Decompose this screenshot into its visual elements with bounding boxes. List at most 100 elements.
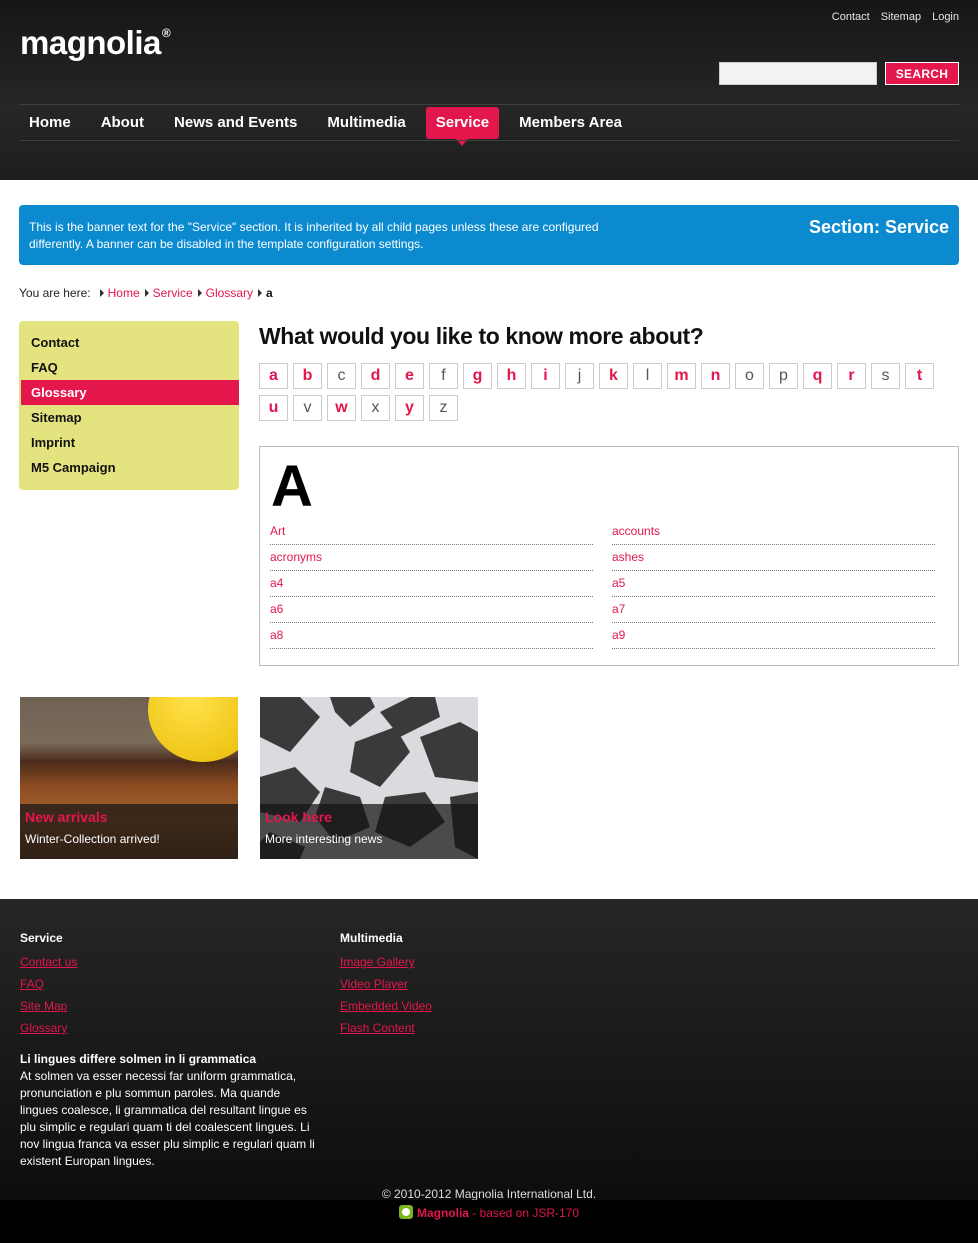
breadcrumb-link-service[interactable]: Service: [153, 286, 193, 300]
letter-n[interactable]: n: [701, 363, 730, 389]
letter-y[interactable]: y: [395, 395, 424, 421]
letter-h[interactable]: h: [497, 363, 526, 389]
breadcrumb-label: You are here:: [19, 286, 91, 300]
teaser-image: [148, 697, 238, 762]
footer-link-embedded-video[interactable]: Embedded Video: [340, 995, 432, 1017]
glossary-term-link[interactable]: a4: [270, 571, 593, 597]
arrow-right-icon: [258, 289, 262, 297]
copyright: © 2010-2012 Magnolia International Ltd.: [381, 1187, 597, 1201]
glossary-term-link[interactable]: a6: [270, 597, 593, 623]
teaser-caption: New arrivals Winter-Collection arrived!: [20, 804, 238, 859]
page-title: What would you like to know more about?: [259, 323, 704, 349]
search-button[interactable]: SEARCH: [885, 62, 959, 85]
footer-link-video-player[interactable]: Video Player: [340, 973, 432, 995]
nav-divider-top: [19, 104, 959, 105]
letter-k[interactable]: k: [599, 363, 628, 389]
glossary-term-link[interactable]: ashes: [612, 545, 935, 571]
powered-brand-link[interactable]: Magnolia: [417, 1206, 469, 1220]
footer-link-glossary[interactable]: Glossary: [20, 1017, 77, 1039]
nav-item-service[interactable]: Service: [425, 107, 500, 146]
toplink-contact[interactable]: Contact: [832, 11, 870, 23]
letter-e[interactable]: e: [395, 363, 424, 389]
glossary-term-link[interactable]: a9: [612, 623, 935, 649]
letter-u[interactable]: u: [259, 395, 288, 421]
logo-mark: ®: [161, 26, 171, 40]
teaser-new-arrivals[interactable]: New arrivals Winter-Collection arrived!: [20, 697, 238, 859]
letter-d[interactable]: d: [361, 363, 390, 389]
teaser-title[interactable]: New arrivals: [25, 809, 233, 825]
glossary-letter-heading: A: [271, 454, 313, 519]
teaser-subtitle: Winter-Collection arrived!: [25, 832, 160, 846]
nav-item-multimedia[interactable]: Multimedia: [317, 107, 415, 139]
powered-rest: - based on JSR-170: [468, 1206, 580, 1220]
letter-c: c: [327, 363, 356, 389]
letter-x: x: [361, 395, 390, 421]
glossary-term-link[interactable]: a7: [612, 597, 935, 623]
letter-q[interactable]: q: [803, 363, 832, 389]
sidebar-item-glossary[interactable]: Glossary: [21, 380, 239, 405]
footer-text-heading: Li lingues differe solmen in li grammati…: [20, 1052, 257, 1066]
breadcrumb-item: Service: [144, 286, 193, 300]
arrow-right-icon: [197, 289, 202, 297]
nav-item-news-and-events[interactable]: News and Events: [164, 107, 307, 139]
sidebar-item-sitemap[interactable]: Sitemap: [19, 405, 239, 430]
glossary-term-list: Art accounts acronyms ashes a4 a5 a6 a7 a8 a9: [270, 519, 936, 649]
nav-divider-bottom: [19, 140, 959, 141]
breadcrumb-item: Glossary: [197, 286, 253, 300]
search-input[interactable]: [719, 62, 877, 85]
site-footer: Service Contact us FAQ Site Map Glossary…: [0, 899, 978, 1200]
footer-link-flash-content[interactable]: Flash Content: [340, 1017, 432, 1039]
breadcrumb-link-glossary[interactable]: Glossary: [206, 286, 253, 300]
magnolia-icon: [398, 1205, 413, 1219]
letter-a[interactable]: a: [259, 363, 288, 389]
glossary-term-link[interactable]: Art: [270, 519, 593, 545]
footer-link-faq[interactable]: FAQ: [20, 973, 77, 995]
footer-text-body: At solmen va esser necessi far uniform g…: [20, 1069, 315, 1168]
glossary-term-link[interactable]: acronyms: [270, 545, 593, 571]
sidebar-item-contact[interactable]: Contact: [19, 330, 239, 355]
breadcrumb-item: a: [258, 286, 273, 300]
sidebar-item-m5-campaign[interactable]: M5 Campaign: [19, 455, 239, 480]
sidebar-item-faq[interactable]: FAQ: [19, 355, 239, 380]
top-links: Contact Sitemap Login: [832, 11, 959, 23]
footer-column-service: Service Contact us FAQ Site Map Glossary: [20, 931, 77, 1039]
teaser-look-here[interactable]: Look here More interesting news: [260, 697, 478, 859]
letter-f: f: [429, 363, 458, 389]
letter-g[interactable]: g: [463, 363, 492, 389]
teaser-title[interactable]: Look here: [265, 809, 473, 825]
site-logo[interactable]: magnolia®: [20, 24, 171, 62]
footer-link-contact-us[interactable]: Contact us: [20, 951, 77, 973]
toplink-login[interactable]: Login: [932, 11, 959, 23]
teaser-subtitle: More interesting news: [265, 832, 383, 846]
footer-text-block: Li lingues differe solmen in li grammati…: [20, 1051, 320, 1170]
nav-item-home[interactable]: Home: [19, 107, 81, 139]
letter-index: abcdefghijklmnopqrst uvwxyz: [259, 363, 959, 427]
letter-z: z: [429, 395, 458, 421]
glossary-term-link[interactable]: accounts: [612, 519, 935, 545]
glossary-term-link[interactable]: a8: [270, 623, 593, 649]
sidebar-nav: Contact FAQ Glossary Sitemap Imprint M5 …: [19, 321, 239, 490]
footer-column-multimedia: Multimedia Image Gallery Video Player Em…: [340, 931, 432, 1039]
letter-w[interactable]: w: [327, 395, 356, 421]
nav-item-about[interactable]: About: [91, 107, 154, 139]
arrow-right-icon: [99, 289, 104, 297]
letter-b[interactable]: b: [293, 363, 322, 389]
glossary-term-link[interactable]: a5: [612, 571, 935, 597]
letter-t[interactable]: t: [905, 363, 934, 389]
banner-text: This is the banner text for the "Service…: [29, 220, 599, 251]
breadcrumb: You are here: Home Service Glossary a: [19, 286, 273, 300]
letter-j: j: [565, 363, 594, 389]
toplink-sitemap[interactable]: Sitemap: [881, 11, 921, 23]
main-nav: Home About News and Events Multimedia Se…: [19, 107, 642, 146]
letter-o: o: [735, 363, 764, 389]
letter-i[interactable]: i: [531, 363, 560, 389]
footer-link-image-gallery[interactable]: Image Gallery: [340, 951, 432, 973]
powered-by: Magnolia - based on JSR-170: [0, 1205, 978, 1220]
site-header: magnolia® Contact Sitemap Login SEARCH H…: [0, 0, 978, 180]
letter-m[interactable]: m: [667, 363, 696, 389]
footer-link-site-map[interactable]: Site Map: [20, 995, 77, 1017]
nav-item-members-area[interactable]: Members Area: [509, 107, 632, 139]
letter-r[interactable]: r: [837, 363, 866, 389]
breadcrumb-link-home[interactable]: Home: [108, 286, 140, 300]
sidebar-item-imprint[interactable]: Imprint: [19, 430, 239, 455]
